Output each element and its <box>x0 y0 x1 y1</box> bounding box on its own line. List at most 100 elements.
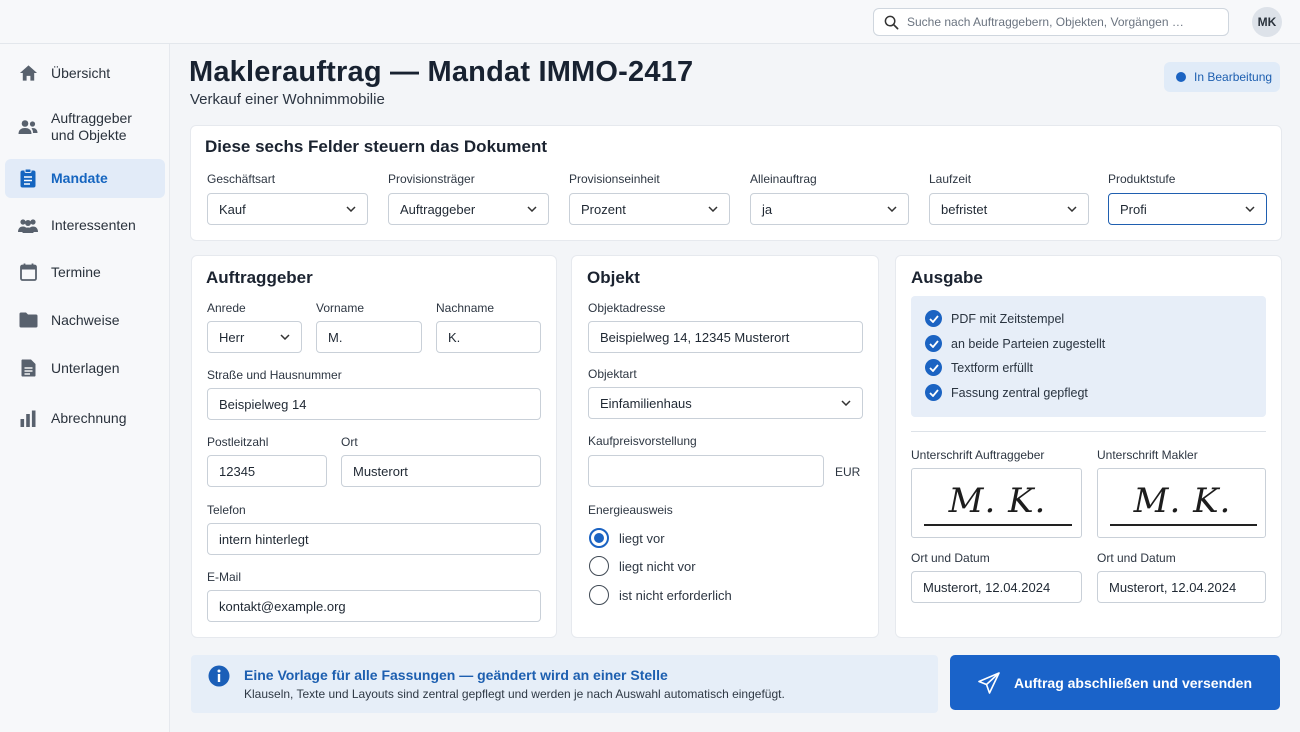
sidebar-item-label: Nachweise <box>51 311 120 328</box>
provisionstraeger-label: Provisionsträger <box>388 172 475 186</box>
chevron-down-icon <box>886 203 898 215</box>
energy-option-nicht-erforderlich[interactable]: ist nicht erforderlich <box>589 585 732 605</box>
controls-title: Diese sechs Felder steuern das Dokument <box>205 137 548 156</box>
address-label: Objektadresse <box>588 301 666 315</box>
provisionseinheit-select[interactable]: Prozent <box>569 193 730 225</box>
select-value: ja <box>762 201 773 217</box>
check-item: Fassung zentral gepflegt <box>925 384 1088 401</box>
city-label: Ort <box>341 435 358 449</box>
salutation-select[interactable]: Herr <box>207 321 302 353</box>
chevron-down-icon <box>279 331 291 343</box>
provisionseinheit-label: Provisionseinheit <box>569 172 660 186</box>
lastname-field[interactable]: K. <box>436 321 541 353</box>
chevron-down-icon <box>1066 203 1078 215</box>
send-button[interactable]: Auftrag abschließen und versenden <box>950 655 1280 710</box>
sig-client-label: Unterschrift Auftraggeber <box>911 448 1045 462</box>
page-subtitle: Verkauf einer Wohnimmobilie <box>190 91 385 108</box>
status-label: In Bearbeitung <box>1194 70 1273 84</box>
date-broker-label: Ort und Datum <box>1097 551 1176 565</box>
radio-label: ist nicht erforderlich <box>619 587 732 603</box>
document-icon <box>18 169 38 189</box>
lastname-label: Nachname <box>436 301 495 315</box>
energy-option-liegt-nicht-vor[interactable]: liegt nicht vor <box>589 556 696 576</box>
date-broker-field[interactable]: Musterort, 12.04.2024 <box>1097 571 1266 603</box>
date-client-field[interactable]: Musterort, 12.04.2024 <box>911 571 1082 603</box>
object-address-field[interactable]: Beispielweg 14, 12345 Musterort <box>588 321 863 353</box>
object-title: Objekt <box>587 268 640 287</box>
search-box[interactable] <box>873 8 1229 36</box>
radio-empty-icon <box>589 585 609 605</box>
check-circle-icon <box>925 359 942 376</box>
file-icon <box>18 358 38 378</box>
signature-broker-box[interactable]: M. K. <box>1097 468 1266 538</box>
alleinauftrag-select[interactable]: ja <box>750 193 909 225</box>
street-field[interactable]: Beispielweg 14 <box>207 388 541 420</box>
radio-selected-icon <box>589 528 609 548</box>
folder-icon <box>18 310 38 330</box>
check-item: PDF mit Zeitstempel <box>925 310 1064 327</box>
sidebar-item-termine[interactable]: Termine <box>5 255 165 289</box>
sig-broker-label: Unterschrift Makler <box>1097 448 1198 462</box>
check-item: Textform erfüllt <box>925 359 1033 376</box>
sidebar-item-interessenten[interactable]: Interessenten <box>5 208 165 242</box>
signature-line <box>924 524 1072 526</box>
sidebar-item-label: Abrechnung <box>51 409 127 426</box>
currency-label: EUR <box>835 465 861 479</box>
send-button-label: Auftrag abschließen und versenden <box>1013 674 1253 691</box>
sidebar-item-abrechnung[interactable]: Abrechnung <box>5 401 165 435</box>
status-badge: In Bearbeitung <box>1164 62 1280 92</box>
avatar[interactable]: MK <box>1252 7 1282 37</box>
chevron-down-icon <box>526 203 538 215</box>
email-field[interactable]: kontakt@example.org <box>207 590 541 622</box>
phone-label: Telefon <box>207 503 246 517</box>
geschaeftsart-label: Geschäftsart <box>207 172 276 186</box>
object-type-select[interactable]: Einfamilienhaus <box>588 387 863 419</box>
sidebar-item-nachweise[interactable]: Nachweise <box>5 303 165 337</box>
radio-empty-icon <box>589 556 609 576</box>
chevron-down-icon <box>1244 203 1256 215</box>
sidebar-item-label: Interessenten <box>51 216 136 233</box>
info-text: Klauseln, Texte und Layouts sind zentral… <box>244 687 785 701</box>
sidebar-item-mandate[interactable]: Mandate <box>5 159 165 198</box>
firstname-field[interactable]: M. <box>316 321 422 353</box>
price-field[interactable] <box>588 455 824 487</box>
divider <box>911 431 1266 432</box>
sidebar-item-unterlagen[interactable]: Unterlagen <box>5 351 165 385</box>
sidebar-item-label: Termine <box>51 263 101 280</box>
geschaeftsart-select[interactable]: Kauf <box>207 193 368 225</box>
send-icon <box>978 671 1000 694</box>
sidebar-item-auftraggeber[interactable]: Auftraggeber und Objekte <box>5 108 165 146</box>
alleinauftrag-label: Alleinauftrag <box>750 172 817 186</box>
energy-option-liegt-vor[interactable]: liegt vor <box>589 528 665 548</box>
zip-field[interactable]: 12345 <box>207 455 327 487</box>
bar-chart-icon <box>18 408 38 428</box>
sidebar-item-uebersicht[interactable]: Übersicht <box>5 56 165 90</box>
status-dot-icon <box>1176 72 1186 82</box>
search-input[interactable] <box>907 15 1207 29</box>
select-value: befristet <box>941 201 988 217</box>
laufzeit-select[interactable]: befristet <box>929 193 1089 225</box>
check-item: an beide Parteien zugestellt <box>925 335 1105 352</box>
phone-field[interactable]: intern hinterlegt <box>207 523 541 555</box>
check-label: an beide Parteien zugestellt <box>951 336 1106 351</box>
select-value: Auftraggeber <box>400 201 476 217</box>
search-icon <box>884 15 899 30</box>
signature-client-box[interactable]: M. K. <box>911 468 1082 538</box>
object-type-label: Objektart <box>588 367 637 381</box>
city-field[interactable]: Musterort <box>341 455 541 487</box>
radio-label: liegt vor <box>619 530 665 546</box>
top-bar: MK <box>0 0 1300 44</box>
calendar-icon <box>18 262 38 282</box>
price-label: Kaufpreisvorstellung <box>588 434 697 448</box>
sidebar-item-label: Mandate <box>51 170 108 186</box>
info-icon <box>208 665 230 687</box>
produktstufe-select[interactable]: Profi <box>1108 193 1267 225</box>
sidebar-item-label: Unterlagen <box>51 359 120 376</box>
check-circle-icon <box>925 384 942 401</box>
check-circle-icon <box>925 310 942 327</box>
firstname-label: Vorname <box>316 301 365 315</box>
info-title: Eine Vorlage für alle Fassungen — geände… <box>244 667 668 683</box>
provisionstraeger-select[interactable]: Auftraggeber <box>388 193 549 225</box>
zip-label: Postleitzahl <box>207 435 269 449</box>
produktstufe-label: Produktstufe <box>1108 172 1176 186</box>
